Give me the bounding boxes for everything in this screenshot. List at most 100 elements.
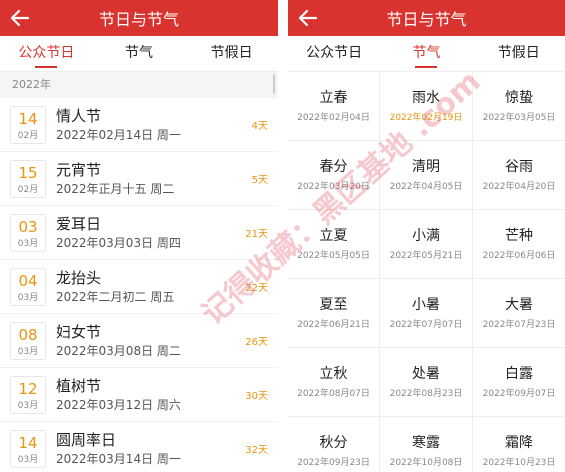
festival-info: 圆周率日 2022年03月14日 周一 [56, 430, 245, 468]
solar-term-date: 2022年05月21日 [389, 251, 463, 261]
date-badge: 12 03月 [10, 375, 46, 414]
festival-row[interactable]: 14 02月 情人节 2022年02月14日 周一 4天 [0, 98, 278, 152]
festival-name: 植树节 [56, 376, 102, 395]
festival-row[interactable]: 08 03月 妇女节 2022年03月08日 周二 26天 [0, 314, 278, 368]
solar-term-date: 2022年10月23日 [482, 458, 556, 468]
tab-public-holidays[interactable]: 公众节日 [288, 36, 380, 71]
solar-term-date: 2022年09月07日 [482, 389, 556, 399]
left-tab-bar: 公众节日 节气 节假日 [0, 36, 278, 72]
festival-date: 2022年03月03日 周四 [56, 235, 181, 250]
tab-holidays[interactable]: 节假日 [473, 36, 565, 71]
left-top-bar: 节日与节气 [0, 0, 278, 36]
scrollbar[interactable] [273, 74, 275, 94]
solar-term-name: 立春 [319, 90, 348, 106]
solar-term-cell[interactable]: 谷雨 2022年04月20日 [473, 141, 565, 210]
festival-date: 2022年03月14日 周一 [56, 451, 181, 466]
solar-term-name: 春分 [319, 159, 348, 175]
solar-term-date: 2022年02月19日 [389, 113, 463, 123]
solar-term-cell[interactable]: 小暑 2022年07月07日 [380, 279, 473, 348]
solar-term-cell[interactable]: 霜降 2022年10月23日 [473, 417, 565, 472]
date-day: 08 [18, 325, 38, 344]
page-title: 节日与节气 [386, 10, 467, 29]
date-badge: 14 03月 [10, 429, 46, 468]
solar-term-date: 2022年07月07日 [389, 320, 463, 330]
solar-term-cell[interactable]: 白露 2022年09月07日 [473, 348, 565, 417]
solar-term-date: 2022年06月06日 [482, 251, 556, 261]
tab-solar-terms[interactable]: 节气 [93, 36, 186, 71]
solar-term-name: 立秋 [319, 366, 348, 382]
tab-public-holidays[interactable]: 公众节日 [0, 36, 93, 71]
festival-row[interactable]: 04 03月 龙抬头 2022年二月初二 周五 22天 [0, 260, 278, 314]
solar-term-name: 雨水 [412, 90, 440, 106]
year-header: 2022年 [0, 72, 278, 98]
date-month: 03月 [17, 454, 39, 465]
date-badge: 14 02月 [10, 105, 46, 144]
festival-date: 2022年02月14日 周一 [56, 127, 181, 142]
festival-name: 元宵节 [56, 160, 102, 179]
countdown-label: 22天 [245, 283, 268, 294]
countdown-label: 4天 [251, 121, 268, 132]
solar-term-date: 2022年08月23日 [389, 389, 463, 399]
countdown-label: 21天 [245, 229, 268, 240]
solar-term-name: 小暑 [412, 297, 440, 313]
solar-term-cell[interactable]: 春分 2022年03月20日 [288, 141, 380, 210]
date-day: 14 [18, 433, 38, 452]
festival-name: 爱耳日 [56, 214, 102, 233]
date-badge: 04 03月 [10, 267, 46, 306]
right-top-bar: 节日与节气 [288, 0, 565, 36]
solar-term-cell[interactable]: 惊蛰 2022年03月05日 [473, 72, 565, 141]
solar-term-date: 2022年08月07日 [297, 389, 370, 399]
solar-term-name: 小满 [412, 228, 440, 244]
date-badge: 08 03月 [10, 321, 46, 360]
solar-term-cell[interactable]: 夏至 2022年06月21日 [288, 279, 380, 348]
solar-term-date: 2022年04月05日 [389, 182, 463, 192]
solar-term-cell[interactable]: 立夏 2022年05月05日 [288, 210, 380, 279]
date-month: 03月 [17, 238, 39, 249]
festival-info: 妇女节 2022年03月08日 周二 [56, 322, 245, 360]
date-month: 02月 [17, 130, 39, 141]
solar-term-cell[interactable]: 寒露 2022年10月08日 [380, 417, 473, 472]
festival-name: 情人节 [56, 106, 102, 125]
festival-date: 2022年正月十五 周二 [56, 181, 175, 196]
festival-row[interactable]: 14 03月 圆周率日 2022年03月14日 周一 32天 [0, 422, 278, 472]
solar-term-date: 2022年03月20日 [297, 182, 370, 192]
solar-term-name: 处暑 [412, 366, 440, 382]
solar-term-cell[interactable]: 清明 2022年04月05日 [380, 141, 473, 210]
festival-name: 龙抬头 [56, 268, 102, 287]
back-arrow-icon[interactable] [8, 6, 32, 30]
solar-term-cell[interactable]: 处暑 2022年08月23日 [380, 348, 473, 417]
festival-date: 2022年03月08日 周二 [56, 343, 181, 358]
festival-row[interactable]: 12 03月 植树节 2022年03月12日 周六 30天 [0, 368, 278, 422]
countdown-label: 5天 [251, 175, 268, 186]
solar-term-cell[interactable]: 大暑 2022年07月23日 [473, 279, 565, 348]
date-day: 04 [18, 271, 38, 290]
festival-info: 爱耳日 2022年03月03日 周四 [56, 214, 245, 252]
tab-holidays[interactable]: 节假日 [185, 36, 278, 71]
festival-row[interactable]: 03 03月 爱耳日 2022年03月03日 周四 21天 [0, 206, 278, 260]
festival-row[interactable]: 15 02月 元宵节 2022年正月十五 周二 5天 [0, 152, 278, 206]
solar-term-date: 2022年03月05日 [482, 113, 556, 123]
solar-term-grid: 立春 2022年02月04日 雨水 2022年02月19日 惊蛰 2022年03月05日春… [288, 72, 565, 472]
solar-term-cell[interactable]: 小满 2022年05月21日 [380, 210, 473, 279]
solar-term-cell[interactable]: 雨水 2022年02月19日 [380, 72, 473, 141]
solar-term-cell[interactable]: 立春 2022年02月04日 [288, 72, 380, 141]
page-title: 节日与节气 [98, 10, 179, 29]
solar-term-name: 清明 [412, 159, 440, 175]
solar-term-date: 2022年06月21日 [297, 320, 370, 330]
solar-term-name: 立夏 [319, 228, 348, 244]
date-month: 03月 [17, 400, 39, 411]
solar-term-date: 2022年10月08日 [389, 458, 463, 468]
date-day: 14 [18, 109, 38, 128]
festival-info: 龙抬头 2022年二月初二 周五 [56, 268, 245, 306]
solar-term-date: 2022年07月23日 [482, 320, 556, 330]
date-badge: 03 03月 [10, 213, 46, 252]
right-tab-bar: 公众节日 节气 节假日 [288, 36, 565, 72]
countdown-label: 30天 [245, 391, 268, 402]
solar-term-name: 白露 [505, 366, 533, 382]
date-month: 03月 [17, 346, 39, 357]
solar-term-cell[interactable]: 芒种 2022年06月06日 [473, 210, 565, 279]
solar-term-cell[interactable]: 秋分 2022年09月23日 [288, 417, 380, 472]
back-arrow-icon[interactable] [296, 6, 320, 30]
solar-term-cell[interactable]: 立秋 2022年08月07日 [288, 348, 380, 417]
tab-solar-terms[interactable]: 节气 [380, 36, 472, 71]
